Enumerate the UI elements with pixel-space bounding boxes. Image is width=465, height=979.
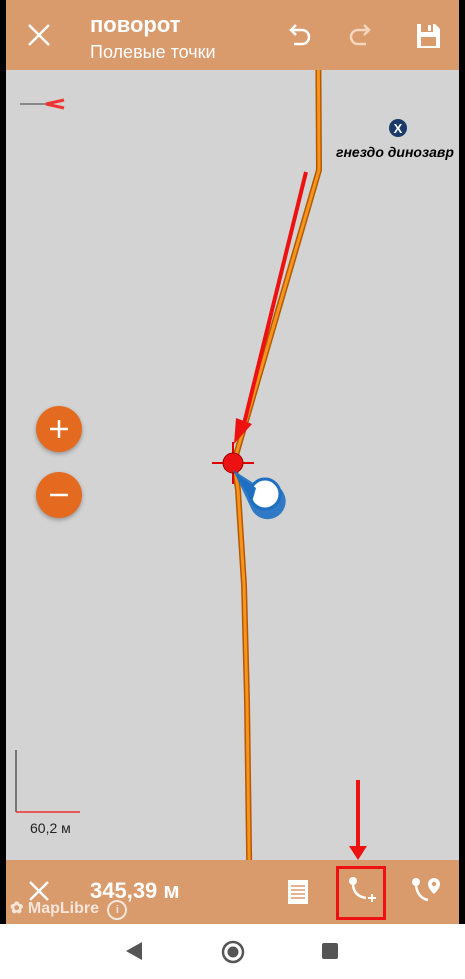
undo-icon[interactable] — [282, 20, 314, 52]
poi-icon[interactable]: X — [389, 119, 407, 137]
close-icon[interactable] — [24, 20, 54, 50]
map-marker-small — [20, 98, 65, 110]
home-circle-icon[interactable] — [220, 939, 246, 965]
scale-bar — [15, 750, 80, 813]
annotation-arrow-down — [349, 780, 367, 860]
map-view[interactable]: X гнездо динозавр 60,2 м — [6, 0, 459, 924]
annotation-arrow — [234, 171, 308, 444]
svg-text:X: X — [394, 121, 403, 136]
maplibre-logo-icon: ✿ — [10, 900, 28, 917]
save-icon[interactable] — [412, 20, 444, 52]
zoom-in-button[interactable] — [36, 406, 82, 452]
scale-label: 60,2 м — [30, 820, 71, 836]
plus-icon — [50, 420, 68, 438]
map-canvas[interactable]: X — [6, 0, 459, 924]
map-attribution[interactable]: ✿ MapLibre i — [10, 898, 128, 920]
top-app-bar: поворот Полевые точки — [6, 0, 459, 70]
page-title: поворот — [90, 12, 181, 37]
recents-square-icon[interactable] — [320, 941, 340, 961]
page-subtitle: Полевые точки — [90, 42, 216, 62]
redo-icon[interactable] — [346, 20, 378, 52]
annotation-highlight-box — [336, 866, 386, 920]
poi-label[interactable]: гнездо динозавр — [336, 144, 454, 160]
system-nav-bar — [0, 924, 465, 979]
minus-icon — [50, 493, 68, 497]
zoom-out-button[interactable] — [36, 472, 82, 518]
route-marker-icon[interactable] — [410, 874, 444, 908]
attribution-text: MapLibre — [27, 900, 99, 917]
info-icon[interactable]: i — [107, 900, 128, 920]
list-icon[interactable] — [286, 878, 310, 906]
back-triangle-icon[interactable] — [124, 940, 144, 962]
current-point-marker[interactable] — [212, 442, 254, 484]
